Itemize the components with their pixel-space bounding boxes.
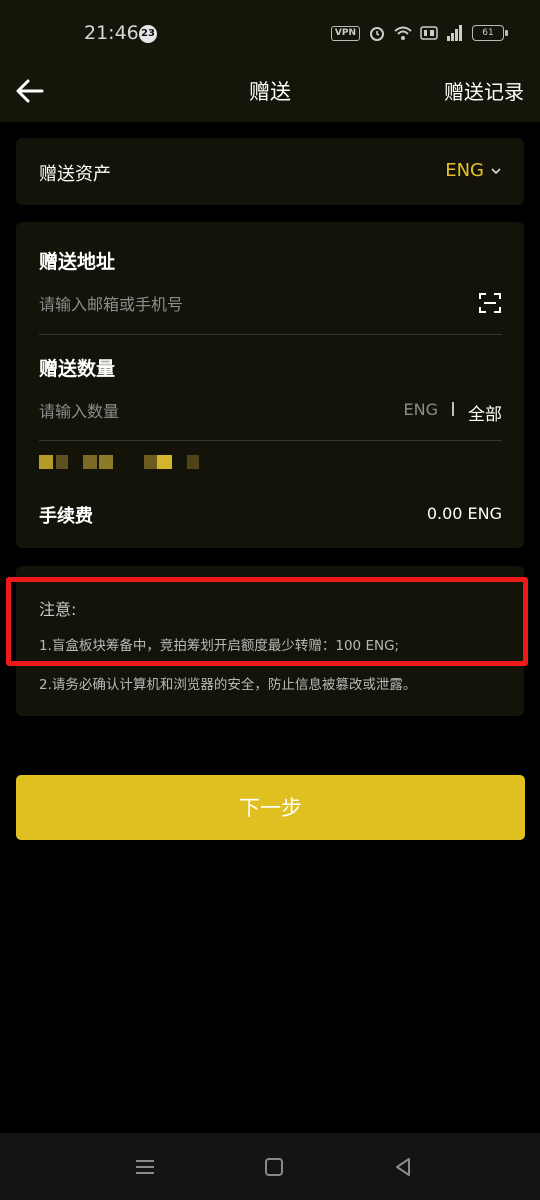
top-area: 21:46 23 VPN 61 赠送 赠送记录 xyxy=(0,0,540,122)
fee-value: 0.00 ENG xyxy=(426,504,502,523)
vpn-icon: VPN xyxy=(330,25,360,41)
hd-icon xyxy=(420,26,438,40)
all-amount-button[interactable]: 全部 xyxy=(468,400,502,425)
status-time: 21:46 xyxy=(84,22,139,44)
asset-value: ENG xyxy=(445,160,484,181)
amount-title: 赠送数量 xyxy=(39,358,116,380)
gift-record-link[interactable]: 赠送记录 xyxy=(444,76,524,105)
menu-icon[interactable] xyxy=(133,1155,157,1179)
notification-badge: 23 xyxy=(139,25,157,43)
address-input[interactable] xyxy=(39,290,419,318)
next-step-button[interactable]: 下一步 xyxy=(16,775,525,840)
asset-card: 赠送资产 ENG xyxy=(16,138,524,205)
red-annotation-box xyxy=(6,577,528,666)
alarm-icon xyxy=(370,27,384,41)
amount-divider xyxy=(39,440,502,441)
asset-label: 赠送资产 xyxy=(39,164,111,185)
address-divider xyxy=(39,334,502,335)
app-header: 赠送 赠送记录 xyxy=(0,68,540,122)
signal-icon xyxy=(447,25,462,41)
amount-input[interactable] xyxy=(39,397,339,425)
status-bar: 21:46 23 VPN 61 xyxy=(0,0,540,68)
back-triangle-icon[interactable] xyxy=(391,1155,415,1179)
status-icons: VPN 61 xyxy=(330,24,508,42)
wifi-icon xyxy=(394,26,412,40)
fee-label: 手续费 xyxy=(39,506,93,527)
home-square-icon[interactable] xyxy=(262,1155,286,1179)
amount-unit: ENG xyxy=(403,400,438,419)
address-title: 赠送地址 xyxy=(39,251,116,273)
notice-line: 2.请务必确认计算机和浏览器的安全，防止信息被篡改或泄露。 xyxy=(39,677,417,693)
asset-selector[interactable]: ENG xyxy=(445,160,502,181)
system-nav-bar xyxy=(0,1133,540,1200)
screen: 21:46 23 VPN 61 赠送 赠送记录 赠送资产 ENG 赠送地址 请输… xyxy=(0,0,540,1200)
amount-separator xyxy=(452,402,454,416)
battery-icon: 61 xyxy=(472,25,508,41)
gift-form-card: 赠送地址 赠送数量 ENG 全部 手续费 0.00 ENG xyxy=(16,222,524,548)
chevron-down-icon xyxy=(491,167,501,174)
pixelated-balance xyxy=(39,455,239,471)
scan-icon[interactable] xyxy=(478,291,502,315)
